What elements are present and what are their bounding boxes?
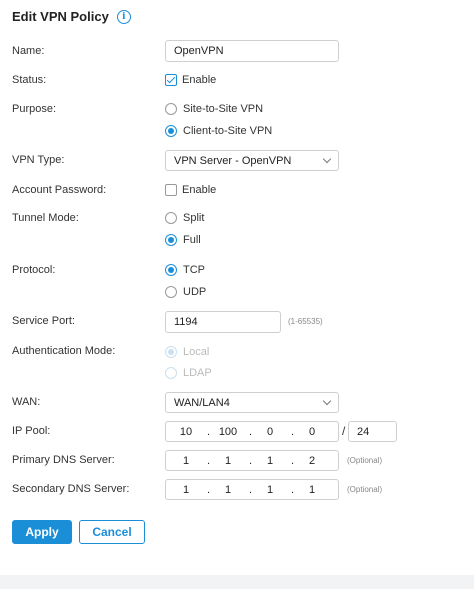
- auth-mode-ldap-radio: LDAP: [165, 367, 212, 379]
- tunnel-mode-split-radio[interactable]: Split: [165, 212, 204, 224]
- ip-octet[interactable]: 1: [258, 484, 282, 496]
- apply-button[interactable]: Apply: [12, 520, 72, 544]
- tunnel-option-label: Full: [183, 234, 201, 246]
- secondary-dns-label: Secondary DNS Server:: [12, 483, 130, 495]
- primary-dns-label: Primary DNS Server:: [12, 454, 115, 466]
- auth-option-label: Local: [183, 346, 210, 358]
- protocol-option-label: UDP: [183, 286, 207, 298]
- ip-octet[interactable]: 1: [216, 484, 240, 496]
- tunnel-mode-full-radio[interactable]: Full: [165, 234, 201, 246]
- chevron-down-icon: [322, 154, 332, 163]
- vpn-type-label: VPN Type:: [12, 154, 65, 166]
- ip-dot: .: [207, 484, 211, 496]
- primary-dns-input[interactable]: 1 . 1 . 1 . 2: [165, 450, 339, 471]
- secondary-dns-hint: (Optional): [347, 485, 383, 494]
- ip-pool-address-input[interactable]: 10 . 100 . 0 . 0: [165, 421, 339, 442]
- account-password-checkbox[interactable]: Enable: [165, 184, 216, 196]
- vpn-type-value: VPN Server - OpenVPN: [174, 154, 292, 167]
- wan-label: WAN:: [12, 396, 41, 408]
- radio-circle[interactable]: [165, 234, 177, 246]
- ip-dot: .: [249, 484, 253, 496]
- tunnel-option-label: Split: [183, 212, 205, 224]
- vpn-type-select[interactable]: VPN Server - OpenVPN: [165, 150, 339, 171]
- auth-mode-local-radio: Local: [165, 346, 209, 358]
- ip-pool-label: IP Pool:: [12, 425, 51, 437]
- purpose-option-label: Client-to-Site VPN: [183, 125, 273, 137]
- footer-bar: [0, 575, 474, 589]
- primary-dns-hint: (Optional): [347, 456, 383, 465]
- protocol-label: Protocol:: [12, 264, 56, 276]
- ip-dot: .: [249, 455, 253, 467]
- ip-octet[interactable]: 1: [174, 484, 198, 496]
- ip-dot: .: [291, 455, 295, 467]
- page-title-text: Edit VPN Policy: [12, 9, 109, 24]
- ip-octet[interactable]: 1: [174, 455, 198, 467]
- service-port-input[interactable]: [165, 311, 281, 333]
- chevron-down-icon: [322, 396, 332, 405]
- tunnel-mode-label: Tunnel Mode:: [12, 212, 79, 224]
- status-checkbox-box[interactable]: [165, 74, 177, 86]
- account-password-checkbox-box[interactable]: [165, 184, 177, 196]
- ip-octet[interactable]: 2: [300, 455, 324, 467]
- account-password-label: Account Password:: [12, 184, 107, 196]
- ip-dot: .: [207, 426, 211, 438]
- purpose-label: Purpose:: [12, 103, 57, 115]
- protocol-option-label: TCP: [183, 264, 205, 276]
- radio-circle: [165, 346, 177, 358]
- protocol-udp-radio[interactable]: UDP: [165, 286, 206, 298]
- ip-octet[interactable]: 100: [216, 426, 240, 438]
- radio-circle[interactable]: [165, 125, 177, 137]
- service-port-hint: (1-65535): [288, 317, 323, 326]
- cancel-button[interactable]: Cancel: [79, 520, 145, 544]
- status-enable-label: Enable: [182, 74, 217, 86]
- protocol-tcp-radio[interactable]: TCP: [165, 264, 205, 276]
- service-port-label: Service Port:: [12, 315, 75, 327]
- radio-circle[interactable]: [165, 103, 177, 115]
- page-title: Edit VPN Policy i: [12, 9, 131, 24]
- ip-dot: .: [291, 484, 295, 496]
- secondary-dns-input[interactable]: 1 . 1 . 1 . 1: [165, 479, 339, 500]
- status-enable-checkbox[interactable]: Enable: [165, 74, 216, 86]
- ip-octet[interactable]: 0: [258, 426, 282, 438]
- ip-octet[interactable]: 1: [300, 484, 324, 496]
- radio-circle[interactable]: [165, 286, 177, 298]
- wan-value: WAN/LAN4: [174, 396, 230, 409]
- radio-circle: [165, 367, 177, 379]
- ip-octet[interactable]: 1: [216, 455, 240, 467]
- purpose-option-label: Site-to-Site VPN: [183, 103, 264, 115]
- ip-pool-mask-input[interactable]: [348, 421, 397, 442]
- status-label: Status:: [12, 74, 47, 86]
- ip-octet[interactable]: 10: [174, 426, 198, 438]
- ip-dot: .: [207, 455, 211, 467]
- auth-mode-label: Authentication Mode:: [12, 345, 116, 357]
- wan-select[interactable]: WAN/LAN4: [165, 392, 339, 413]
- subnet-slash: /: [342, 424, 346, 438]
- account-password-enable-label: Enable: [182, 184, 217, 196]
- info-icon[interactable]: i: [116, 9, 131, 24]
- radio-circle[interactable]: [165, 264, 177, 276]
- purpose-site-to-site-radio[interactable]: Site-to-Site VPN: [165, 103, 263, 115]
- purpose-client-to-site-radio[interactable]: Client-to-Site VPN: [165, 125, 272, 137]
- ip-dot: .: [249, 426, 253, 438]
- ip-octet[interactable]: 0: [300, 426, 324, 438]
- name-input[interactable]: [165, 40, 339, 62]
- ip-dot: .: [291, 426, 295, 438]
- ip-octet[interactable]: 1: [258, 455, 282, 467]
- auth-option-label: LDAP: [183, 367, 212, 379]
- radio-circle[interactable]: [165, 212, 177, 224]
- name-label: Name:: [12, 45, 45, 57]
